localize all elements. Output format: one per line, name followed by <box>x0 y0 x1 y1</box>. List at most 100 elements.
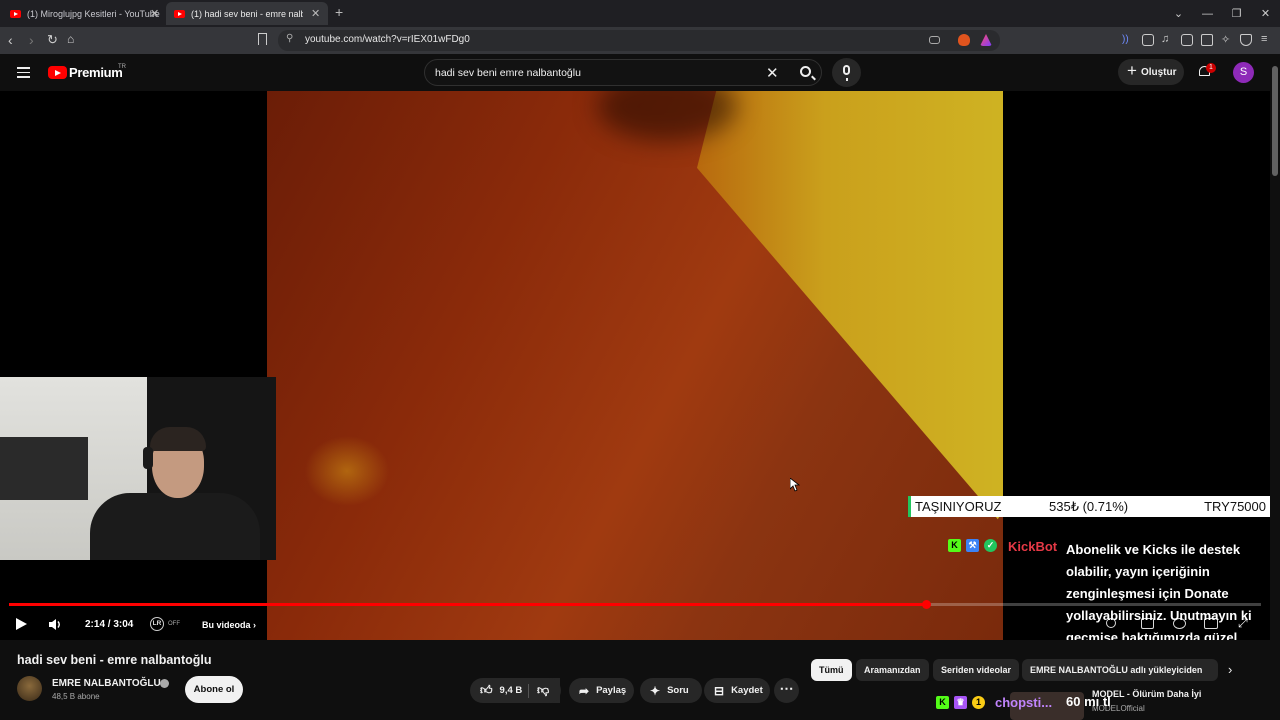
search-box[interactable]: hadi sev beni emre nalbantoğlu ✕ <box>424 59 822 86</box>
save-label: Kaydet <box>731 685 763 696</box>
chip-series[interactable]: Seriden videolar <box>933 659 1020 681</box>
window-controls: ⌄ — ❐ ✕ <box>1164 0 1280 27</box>
music-icon[interactable]: ♫ <box>1161 33 1173 45</box>
save-button[interactable]: ⊟ Kaydet <box>704 678 770 703</box>
youtube-header: Premium TR hadi sev beni emre nalbantoğl… <box>0 54 1270 91</box>
settings-gear-icon[interactable] <box>1173 618 1186 629</box>
like-divider <box>528 684 529 698</box>
video-frame <box>267 91 1003 640</box>
gift-badge-icon: 1 <box>972 696 985 709</box>
language-reactor-toggle[interactable]: LR OFF <box>150 617 180 631</box>
extensions-icon[interactable] <box>1142 34 1154 46</box>
channel-avatar[interactable] <box>17 676 42 701</box>
chat-badges-2: K ♛ 1 <box>936 696 990 709</box>
subscriber-count: 48,5 B abone <box>52 692 100 701</box>
like-count: 9,4 B <box>499 685 523 696</box>
hamburger-menu-icon[interactable] <box>17 67 30 78</box>
youtube-favicon-icon <box>174 9 185 18</box>
extension-state: OFF <box>168 621 180 627</box>
plus-icon: + <box>1127 61 1137 80</box>
notification-badge: 1 <box>1206 63 1216 73</box>
sparkle-icon: ✦ <box>650 683 661 698</box>
tab-search-icon[interactable]: ⌄ <box>1164 7 1193 20</box>
scrollbar-thumb[interactable] <box>1272 66 1278 176</box>
microphone-icon <box>843 65 850 81</box>
brave-shield-icon[interactable] <box>958 34 970 46</box>
chip-all[interactable]: Tümü <box>811 659 852 681</box>
chat-message-text: Abonelik ve Kicks ile destek olabilir, y… <box>1066 542 1252 640</box>
sidebar-icon[interactable] <box>1181 34 1193 46</box>
chevron-right-icon[interactable]: › <box>1228 662 1232 677</box>
video-scene-wall <box>697 91 1003 520</box>
chapter-button[interactable]: Bu videoda › <box>202 620 256 630</box>
ask-button[interactable]: ✦ Soru <box>640 678 702 703</box>
chip-from-uploader[interactable]: EMRE NALBANTOĞLU adlı yükleyiciden <box>1022 659 1218 681</box>
chat-username: KickBot <box>1008 539 1058 554</box>
home-icon[interactable]: ⌂ <box>67 32 74 46</box>
leo-ai-icon[interactable]: ✧ <box>1221 33 1233 46</box>
fullscreen-icon[interactable]: ⤢ <box>1238 616 1248 631</box>
chat-badges: K ⚒ ✓ <box>948 539 1002 552</box>
browser-toolbar: ‹ › ↻ ⌂ ⚲ youtube.com/watch?v=rIEX01wFDg… <box>0 27 1280 54</box>
miniplayer-icon[interactable] <box>1204 618 1218 629</box>
account-avatar[interactable]: S <box>1233 62 1254 83</box>
progress-bar[interactable] <box>9 600 1261 609</box>
thumbs-down-icon: 👎︎ <box>537 683 550 697</box>
share-label: Paylaş <box>596 685 627 696</box>
goal-label: TAŞINIYORUZ <box>915 499 1002 514</box>
voice-search-button[interactable] <box>832 58 861 87</box>
bookmark-icon[interactable] <box>258 33 267 45</box>
search-input[interactable]: hadi sev beni emre nalbantoğlu <box>435 67 581 79</box>
youtube-premium-logo[interactable]: Premium <box>48 65 123 80</box>
autoplay-icon[interactable] <box>1106 618 1116 628</box>
ask-label: Soru <box>667 685 689 696</box>
vpn-icon[interactable] <box>1240 34 1252 46</box>
logo-text: Premium <box>69 65 123 80</box>
progress-fill <box>9 603 927 606</box>
chat-username-2: chopsti... <box>995 695 1053 710</box>
channel-name[interactable]: EMRE NALBANTOĞLU <box>52 678 161 689</box>
clear-search-icon[interactable]: ✕ <box>766 64 779 82</box>
site-info-icon[interactable]: ⚲ <box>286 33 293 44</box>
webcam-person-hair <box>150 427 206 451</box>
webcam-person-body <box>90 493 260 560</box>
back-icon[interactable]: ‹ <box>8 32 13 48</box>
video-player[interactable]: TAŞINIYORUZ 535₺ (0.71%) TRY75000 K ⚒ ✓ … <box>0 91 1270 640</box>
cast-icon[interactable] <box>929 36 940 44</box>
bot-badge-icon: ⚒ <box>966 539 979 552</box>
browser-tab-2[interactable]: (1) hadi sev beni - emre nalbantoğ ✕ <box>166 2 328 25</box>
forward-icon[interactable]: › <box>29 32 34 48</box>
subtitles-icon[interactable] <box>1141 618 1154 629</box>
search-button[interactable] <box>791 60 823 85</box>
browser-tab-1[interactable]: (1) Miroglujpg Kesitleri - YouTube <box>8 2 168 25</box>
close-tab-icon[interactable]: ✕ <box>311 7 320 20</box>
time-display: 2:14 / 3:04 <box>85 619 134 630</box>
wallet-icon[interactable] <box>1201 34 1213 46</box>
sub-badge-icon: ♛ <box>954 696 967 709</box>
verified-badge-icon: ✓ <box>984 539 997 552</box>
chat-message-2: 60 mı tl <box>1066 694 1111 709</box>
menu-icon[interactable]: ≡ <box>1261 33 1273 45</box>
plus-icon[interactable]: + <box>335 4 343 20</box>
create-button[interactable]: + Oluştur <box>1118 59 1184 85</box>
more-actions-icon[interactable]: ⋯ <box>774 678 799 703</box>
create-label: Oluştur <box>1140 66 1177 78</box>
extension-badge: LR <box>150 617 164 631</box>
subscribe-button[interactable]: Abone ol <box>185 676 243 703</box>
minimize-icon[interactable]: — <box>1193 8 1222 20</box>
play-icon[interactable] <box>16 618 27 630</box>
close-tab-icon[interactable]: ✕ <box>150 7 159 20</box>
webcam-monitor <box>0 437 88 500</box>
reload-icon[interactable]: ↻ <box>47 32 58 48</box>
mouse-cursor-icon <box>790 478 800 492</box>
volume-icon[interactable] <box>48 618 62 631</box>
extension-wave-icon[interactable]: )) <box>1122 34 1134 46</box>
chip-from-search[interactable]: Aramanızdan <box>856 659 929 681</box>
dislike-button[interactable]: 👎︎ <box>529 678 561 703</box>
restore-icon[interactable]: ❐ <box>1222 7 1251 20</box>
close-window-icon[interactable]: ✕ <box>1251 7 1280 20</box>
youtube-favicon-icon <box>10 9 21 18</box>
headset-icon <box>143 447 153 469</box>
verified-icon <box>160 679 169 688</box>
share-button[interactable]: ➦ Paylaş <box>569 678 634 703</box>
